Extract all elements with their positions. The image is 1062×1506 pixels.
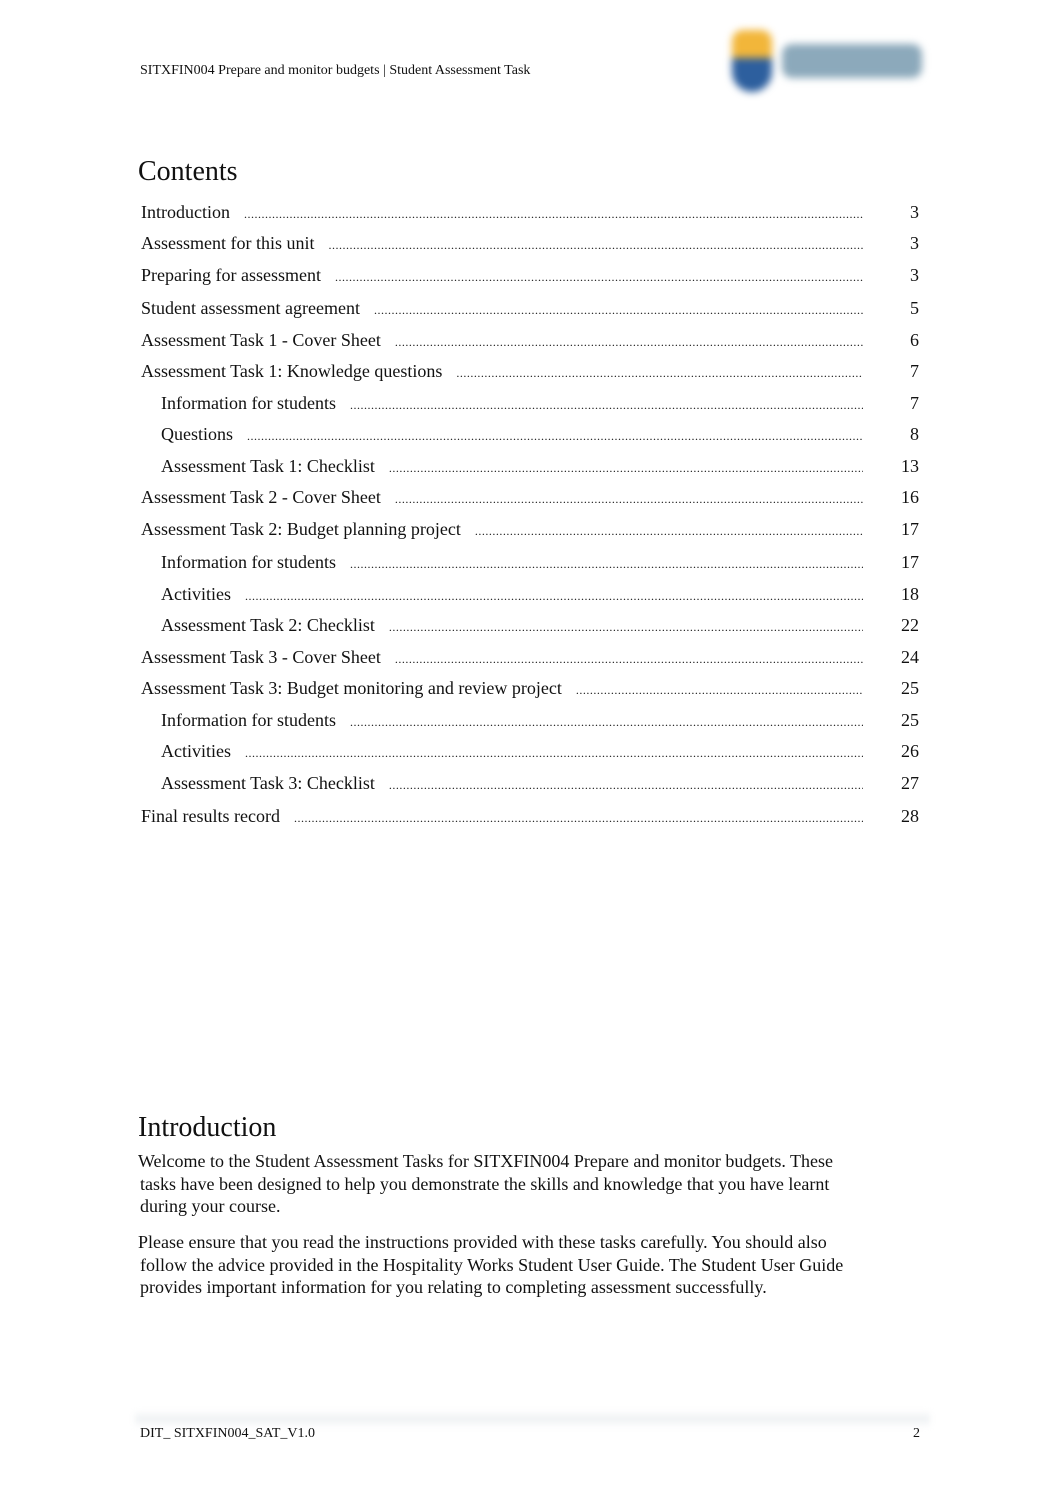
dot-leader xyxy=(374,303,863,318)
toc-entry-page: 25 xyxy=(901,678,919,698)
toc-entry[interactable]: Questions 8 xyxy=(161,424,919,446)
toc-entry[interactable]: Assessment Task 3 - Cover Sheet 24 xyxy=(141,647,919,669)
dot-leader xyxy=(395,652,863,667)
dot-leader xyxy=(245,746,863,761)
toc-entry-page: 13 xyxy=(901,456,919,476)
toc-entry-page: 3 xyxy=(910,233,919,253)
toc-entry[interactable]: Preparing for assessment 3 xyxy=(141,265,919,287)
toc-entry-label: Assessment for this unit xyxy=(141,233,315,253)
toc-entry-page: 24 xyxy=(901,647,919,667)
toc-entry-page: 16 xyxy=(901,487,919,507)
dot-leader xyxy=(395,492,863,507)
toc-entry-page: 27 xyxy=(901,773,919,793)
toc-entry-page: 7 xyxy=(910,361,919,381)
toc-entry-page: 17 xyxy=(901,552,919,572)
dot-leader xyxy=(245,589,863,604)
text-line: Please ensure that you read the instruct… xyxy=(138,1232,827,1252)
toc-entry-label: Assessment Task 2: Checklist xyxy=(161,615,375,635)
toc-entry-page: 3 xyxy=(910,265,919,285)
toc-entry-label: Assessment Task 1 - Cover Sheet xyxy=(141,330,381,350)
dot-leader xyxy=(247,429,863,444)
dot-leader xyxy=(350,715,863,730)
footer-page-number: 2 xyxy=(913,1426,920,1441)
toc-entry-label: Activities xyxy=(161,741,231,761)
toc-entry[interactable]: Assessment Task 2: Checklist 22 xyxy=(161,615,919,637)
toc-entry-label: Assessment Task 1: Knowledge questions xyxy=(141,361,443,381)
toc-entry-page: 17 xyxy=(901,519,919,539)
toc-entry-label: Activities xyxy=(161,584,231,604)
toc-entry[interactable]: Assessment Task 1: Knowledge questions 7 xyxy=(141,361,919,383)
toc-entry-page: 5 xyxy=(910,298,919,318)
toc-entry-label: Assessment Task 3: Budget monitoring and… xyxy=(141,678,562,698)
toc-entry-page: 28 xyxy=(901,806,919,826)
dot-leader xyxy=(389,461,863,476)
dot-leader xyxy=(335,270,863,285)
toc-entry-page: 18 xyxy=(901,584,919,604)
dot-leader xyxy=(294,811,863,826)
toc-entry-page: 25 xyxy=(901,710,919,730)
toc-entry[interactable]: Introduction 3 xyxy=(141,202,919,224)
text-line: tasks have been designed to help you dem… xyxy=(140,1173,830,1194)
dot-leader xyxy=(395,335,863,350)
toc-entry-page: 26 xyxy=(901,741,919,761)
toc-entry-page: 6 xyxy=(910,330,919,350)
toc-entry-label: Preparing for assessment xyxy=(141,265,321,285)
toc-entry-label: Assessment Task 1: Checklist xyxy=(161,456,375,476)
toc-entry-page: 7 xyxy=(910,393,919,413)
toc-entry-label: Introduction xyxy=(141,202,230,222)
toc-entry[interactable]: Assessment for this unit 3 xyxy=(141,233,919,255)
toc-entry[interactable]: Assessment Task 2 - Cover Sheet 16 xyxy=(141,487,919,509)
text-line: Welcome to the Student Assessment Tasks … xyxy=(138,1151,834,1171)
toc-entry[interactable]: Assessment Task 3: Budget monitoring and… xyxy=(141,678,919,700)
toc-entry-label: Assessment Task 2 - Cover Sheet xyxy=(141,487,381,507)
toc-entry[interactable]: Information for students 7 xyxy=(161,393,919,415)
toc-entry[interactable]: Assessment Task 2: Budget planning proje… xyxy=(141,519,919,541)
toc-entry[interactable]: Assessment Task 1 - Cover Sheet 6 xyxy=(141,330,919,352)
page-header: SITXFIN004 Prepare and monitor budgets |… xyxy=(140,63,531,78)
toc-entry-page: 8 xyxy=(910,424,919,444)
toc-entry-label: Student assessment agreement xyxy=(141,298,360,318)
toc-entry-label: Information for students xyxy=(161,393,336,413)
dot-leader xyxy=(350,557,863,572)
toc-entry-label: Information for students xyxy=(161,552,336,572)
dot-leader xyxy=(329,238,864,253)
institution-logo xyxy=(722,22,932,102)
toc-entry-label: Information for students xyxy=(161,710,336,730)
toc-entry-label: Final results record xyxy=(141,806,280,826)
dot-leader xyxy=(389,620,863,635)
footer-doc-id: DIT_ SITXFIN004_SAT_V1.0 xyxy=(140,1426,315,1441)
dot-leader xyxy=(389,778,863,793)
toc-entry-label: Assessment Task 3 - Cover Sheet xyxy=(141,647,381,667)
toc-entry[interactable]: Assessment Task 1: Checklist 13 xyxy=(161,456,919,478)
intro-paragraph-2: Please ensure that you read the instruct… xyxy=(138,1231,918,1299)
dot-leader xyxy=(456,366,863,381)
toc-entry[interactable]: Activities 26 xyxy=(161,741,919,763)
toc-entry[interactable]: Assessment Task 3: Checklist 27 xyxy=(161,773,919,795)
toc-entry[interactable]: Student assessment agreement 5 xyxy=(141,298,919,320)
toc-entry[interactable]: Information for students 25 xyxy=(161,710,919,732)
contents-heading: Contents xyxy=(138,156,238,187)
text-line: provides important information for you r… xyxy=(140,1277,767,1297)
dot-leader xyxy=(576,683,863,698)
toc-entry-page: 22 xyxy=(901,615,919,635)
toc-entry[interactable]: Final results record 28 xyxy=(141,806,919,828)
toc-entry-label: Assessment Task 2: Budget planning proje… xyxy=(141,519,461,539)
toc-entry-page: 3 xyxy=(910,202,919,222)
text-line: during your course. xyxy=(140,1196,281,1216)
text-line: follow the advice provided in the Hospit… xyxy=(140,1254,844,1275)
toc-entry-label: Questions xyxy=(161,424,233,444)
toc-entry[interactable]: Information for students 17 xyxy=(161,552,919,574)
introduction-heading: Introduction xyxy=(138,1112,277,1143)
dot-leader xyxy=(475,524,863,539)
dot-leader xyxy=(244,207,863,222)
intro-paragraph-1: Welcome to the Student Assessment Tasks … xyxy=(138,1150,918,1218)
dot-leader xyxy=(350,398,863,413)
toc-entry-label: Assessment Task 3: Checklist xyxy=(161,773,375,793)
toc-entry[interactable]: Activities 18 xyxy=(161,584,919,606)
